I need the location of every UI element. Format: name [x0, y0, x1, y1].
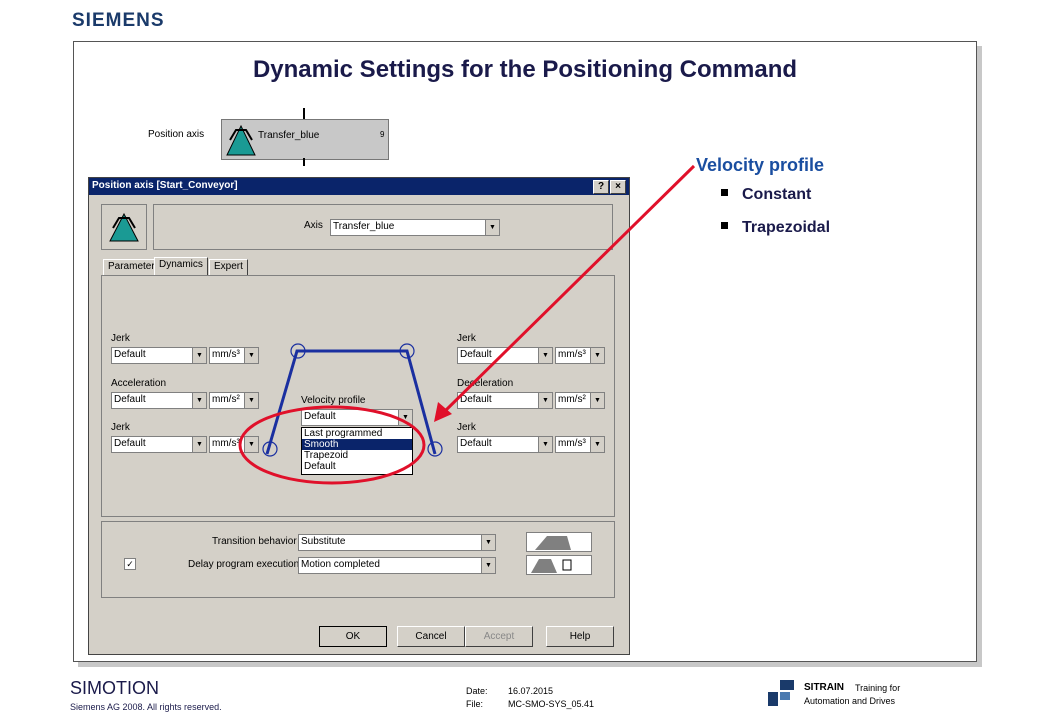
sitrain-logo-icon [768, 680, 794, 706]
footer-file: MC-SMO-SYS_05.41 [508, 699, 595, 709]
red-annotation-overlay [238, 164, 696, 485]
sitrain-tagline-2: Automation and Drives [804, 696, 896, 706]
footer-copyright: Siemens AG 2008. All rights reserved. [70, 702, 222, 712]
footer-date-label: Date: [466, 686, 488, 696]
siemens-logo: SIEMENS [72, 10, 165, 31]
footer-date: 16.07.2015 [508, 686, 554, 696]
sitrain-name: SITRAIN [804, 682, 844, 693]
footer-file-label: File: [466, 699, 484, 709]
footer-product: SIMOTION [70, 678, 159, 698]
sitrain-tagline-1: Training for [855, 683, 901, 693]
slide-frame: Dynamic Settings for the Positioning Com… [73, 41, 977, 662]
